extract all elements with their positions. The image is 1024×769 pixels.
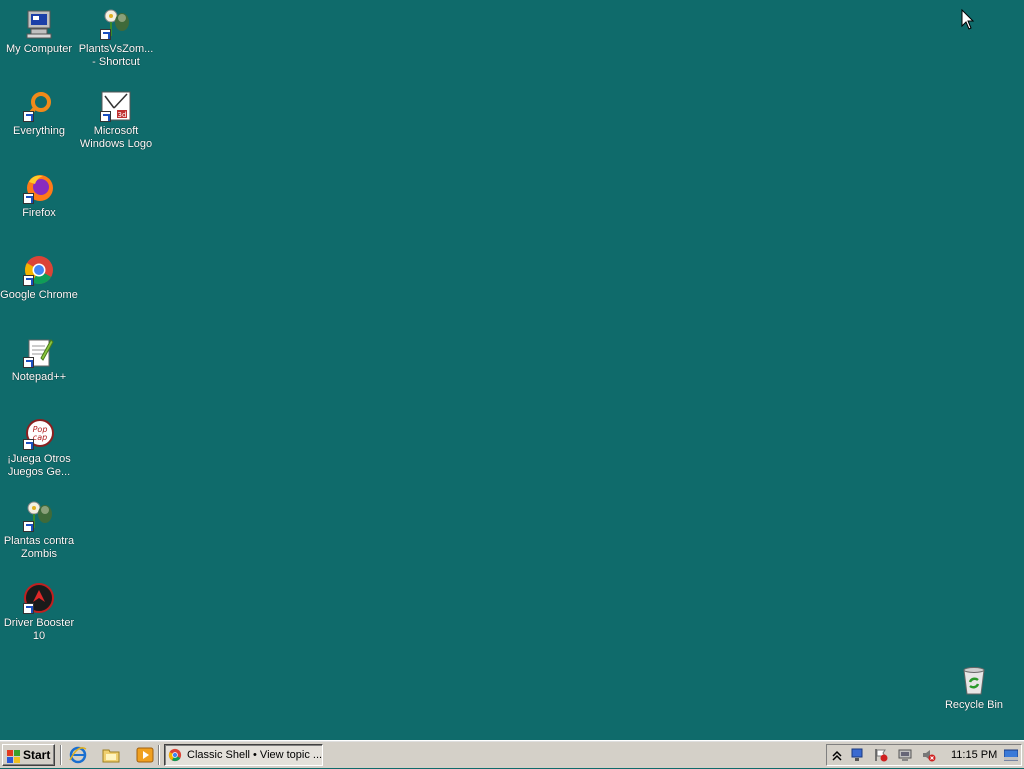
icon-label: Google Chrome [0,289,78,301]
desktop-icon-firefox[interactable]: Firefox [0,172,78,220]
ie-icon[interactable] [69,746,87,764]
taskbar-separator [60,745,62,765]
shortcut-arrow-icon [23,275,34,286]
icon-label: Microsoft Windows Logo [79,125,153,150]
desktop-icon-plantsvszombies[interactable]: PlantsVsZom... - Shortcut [77,8,155,69]
network-icon[interactable] [850,748,864,762]
icon-label: Recycle Bin [944,699,1004,711]
action-center-icon[interactable] [874,748,888,762]
icon-label: PlantsVsZom... - Shortcut [78,43,154,68]
desktop-icon-windows-logo[interactable]: 3d Microsoft Windows Logo [77,90,155,151]
shortcut-arrow-icon [23,439,34,450]
icon-label: Notepad++ [11,371,67,383]
volume-muted-icon[interactable] [922,748,936,762]
taskbar-button-classic-shell[interactable]: Classic Shell • View topic ... [164,744,323,766]
shortcut-arrow-icon [100,29,111,40]
plants-vs-zombies-icon [23,500,55,532]
svg-text:3d: 3d [118,111,127,119]
desktop-icon-my-computer[interactable]: My Computer [0,8,78,56]
start-button[interactable]: Start [2,744,55,766]
computer-icon [23,8,55,40]
shortcut-arrow-icon [100,111,111,122]
windows-logo-document-icon: 3d [100,90,132,122]
shortcut-arrow-icon [23,111,34,122]
start-label: Start [23,748,51,762]
mouse-cursor-icon [961,8,975,34]
clock[interactable]: 11:15 PM [951,745,997,765]
recycle-bin-icon [958,664,990,696]
desktop-icon-driver-booster[interactable]: Driver Booster 10 [0,582,78,643]
desktop-icon-everything[interactable]: Everything [0,90,78,138]
shortcut-arrow-icon [23,193,34,204]
icon-label: My Computer [5,43,73,55]
show-hidden-icon[interactable] [830,748,844,762]
shortcut-arrow-icon [23,521,34,532]
desktop-icon-juega-otros-juegos[interactable]: Pop cap ¡Juega Otros Juegos Ge... [0,418,78,479]
plants-vs-zombies-icon [100,8,132,40]
taskbar-separator [158,745,160,765]
svg-text:cap: cap [33,433,47,442]
icon-label: Plantas contra Zombis [3,535,75,560]
show-desktop-icon[interactable] [1003,748,1019,762]
media-player-icon[interactable] [136,746,154,764]
chrome-icon [168,748,182,762]
icon-label: ¡Juega Otros Juegos Ge... [7,453,71,478]
desktop-icon-recycle-bin[interactable]: Recycle Bin [935,664,1013,712]
display-icon[interactable] [898,748,912,762]
shortcut-arrow-icon [23,603,34,614]
system-tray: 11:15 PM [826,744,1022,766]
taskbar: Start Classic Shell • View topic ... 11:… [0,740,1024,768]
explorer-icon[interactable] [102,746,120,764]
icon-label: Driver Booster 10 [3,617,75,642]
icon-label: Everything [13,125,65,137]
icon-label: Firefox [22,207,56,219]
shortcut-arrow-icon [23,357,34,368]
driver-booster-icon [23,582,55,614]
everything-search-icon [23,90,55,122]
task-label: Classic Shell • View topic ... [187,749,323,761]
chrome-icon [23,254,55,286]
desktop-icon-notepadpp[interactable]: Notepad++ [0,336,78,384]
desktop-icon-google-chrome[interactable]: Google Chrome [0,254,78,302]
popcap-icon: Pop cap [23,418,55,450]
notepadpp-icon [23,336,55,368]
windows-flag-icon [7,749,20,763]
desktop-icon-plantas-contra-zombis[interactable]: Plantas contra Zombis [0,500,78,561]
desktop[interactable]: My Computer PlantsVsZom... - Shortcut Ev… [0,0,1024,740]
firefox-icon [23,172,55,204]
